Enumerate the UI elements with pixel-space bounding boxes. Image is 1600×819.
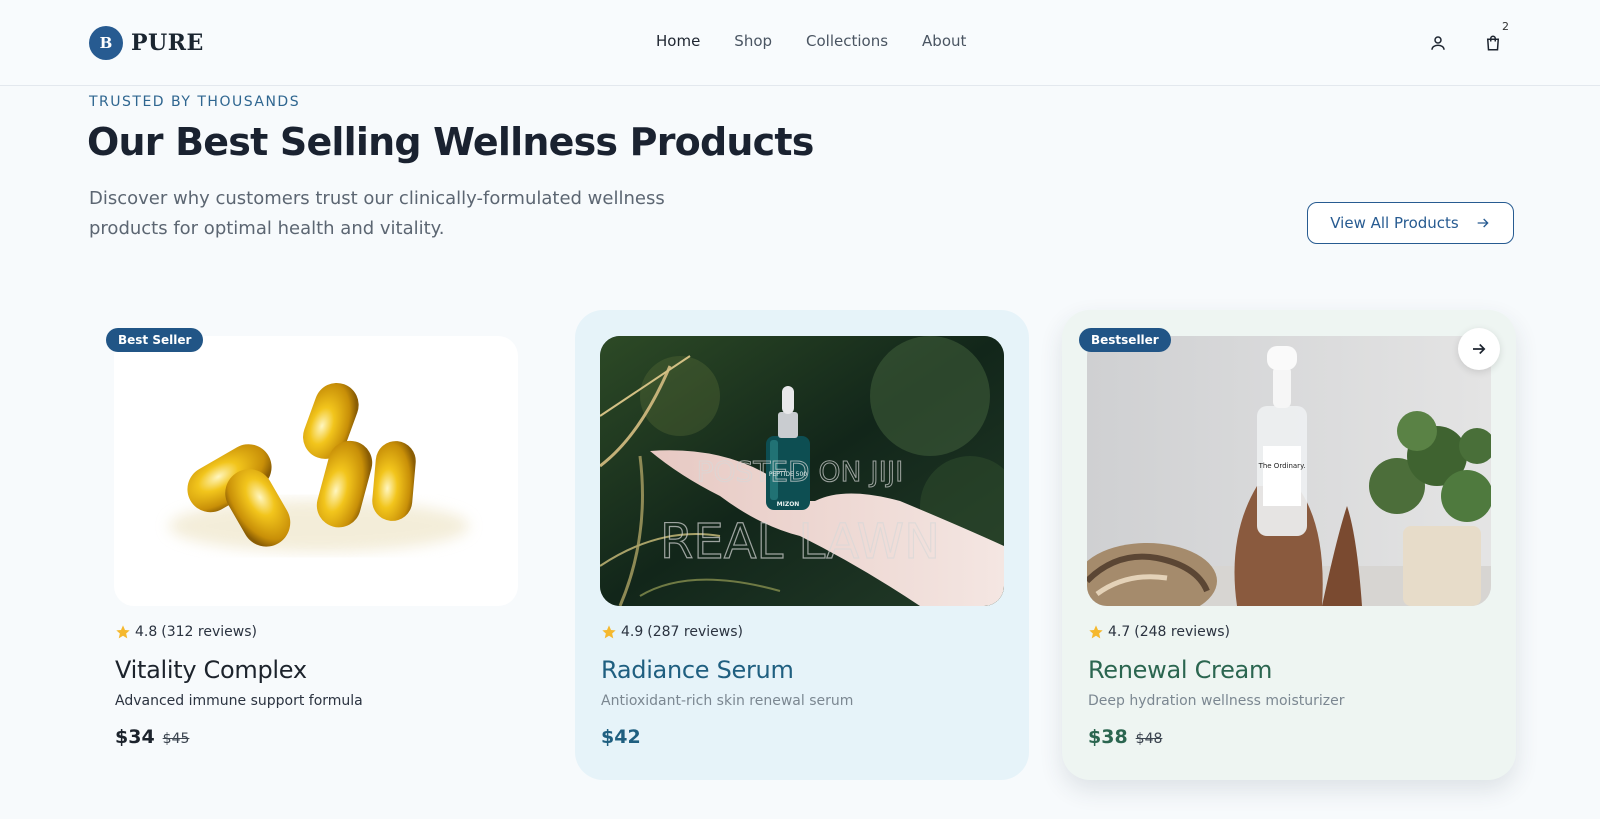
product-rating: 4.9 (287 reviews) bbox=[601, 624, 743, 640]
main-nav: Home Shop Collections About bbox=[656, 32, 966, 50]
cart-count-badge: 2 bbox=[1502, 20, 1509, 33]
bestseller-badge: Bestseller bbox=[1079, 328, 1171, 352]
current-price: $38 bbox=[1088, 726, 1128, 748]
view-all-products-button[interactable]: View All Products bbox=[1307, 202, 1514, 244]
product-description: Advanced immune support formula bbox=[115, 693, 363, 709]
rating-value: 4.9 bbox=[621, 624, 644, 640]
product-description: Antioxidant-rich skin renewal serum bbox=[601, 693, 854, 709]
logo-mark: B bbox=[89, 26, 123, 60]
rating-value: 4.7 bbox=[1108, 624, 1131, 640]
nav-collections[interactable]: Collections bbox=[806, 32, 888, 50]
rating-value: 4.8 bbox=[135, 624, 158, 640]
section-eyebrow: TRUSTED BY THOUSANDS bbox=[89, 94, 301, 110]
product-card-vitality-complex[interactable]: Best Seller 4.8 (312 reviews) Vitality C… bbox=[89, 310, 543, 780]
product-name[interactable]: Radiance Serum bbox=[601, 656, 794, 684]
brand-logo[interactable]: B PURE bbox=[89, 26, 204, 60]
review-count: (312 reviews) bbox=[161, 624, 257, 640]
nav-home[interactable]: Home bbox=[656, 32, 700, 50]
product-rating: 4.8 (312 reviews) bbox=[115, 624, 257, 640]
bottle-brand-text: The Ordinary. bbox=[1258, 462, 1306, 470]
product-rating: 4.7 (248 reviews) bbox=[1088, 624, 1230, 640]
cream-photo: The Ordinary. bbox=[1087, 336, 1491, 606]
product-price: $34 $45 bbox=[115, 726, 189, 748]
nav-about[interactable]: About bbox=[922, 32, 966, 50]
cart-button[interactable] bbox=[1480, 30, 1506, 56]
serum-photo: PEPTIDE 500 MIZON POSTED ON JIJI REAL LA… bbox=[600, 336, 1004, 606]
shopping-bag-icon bbox=[1486, 35, 1500, 51]
site-header: B PURE Home Shop Collections About 2 bbox=[0, 0, 1600, 86]
original-price: $45 bbox=[162, 731, 190, 747]
brand-name: PURE bbox=[131, 30, 204, 56]
product-image: The Ordinary. bbox=[1087, 336, 1491, 606]
card-next-button[interactable] bbox=[1458, 328, 1500, 370]
account-button[interactable] bbox=[1425, 30, 1451, 56]
product-image bbox=[114, 336, 518, 606]
product-card-radiance-serum[interactable]: PEPTIDE 500 MIZON POSTED ON JIJI REAL LA… bbox=[575, 310, 1029, 780]
view-all-label: View All Products bbox=[1330, 214, 1459, 232]
current-price: $42 bbox=[601, 726, 641, 748]
product-price: $42 bbox=[601, 726, 641, 748]
review-count: (287 reviews) bbox=[647, 624, 743, 640]
product-name[interactable]: Renewal Cream bbox=[1088, 656, 1272, 684]
review-count: (248 reviews) bbox=[1134, 624, 1230, 640]
watermark-posted: POSTED ON JIJI bbox=[697, 455, 904, 488]
section-title: Our Best Selling Wellness Products bbox=[87, 120, 814, 164]
star-icon bbox=[1089, 625, 1103, 639]
arrow-right-icon bbox=[1473, 343, 1486, 355]
product-image: PEPTIDE 500 MIZON POSTED ON JIJI REAL LA… bbox=[600, 336, 1004, 606]
product-name[interactable]: Vitality Complex bbox=[115, 656, 307, 684]
best-seller-badge: Best Seller bbox=[106, 328, 204, 352]
star-icon bbox=[116, 625, 130, 639]
product-card-renewal-cream[interactable]: Bestseller The Ordinary. 4.7 (248 review… bbox=[1062, 310, 1516, 780]
section-subtitle: Discover why customers trust our clinica… bbox=[89, 188, 665, 239]
original-price: $48 bbox=[1135, 731, 1163, 747]
user-icon bbox=[1431, 36, 1445, 50]
product-price: $38 $48 bbox=[1088, 726, 1162, 748]
capsules-image bbox=[169, 382, 469, 552]
arrow-right-icon bbox=[1477, 218, 1489, 228]
product-description: Deep hydration wellness moisturizer bbox=[1088, 693, 1345, 709]
current-price: $34 bbox=[115, 726, 155, 748]
star-icon bbox=[602, 625, 616, 639]
nav-shop[interactable]: Shop bbox=[734, 32, 772, 50]
watermark-brand: REAL LAWN bbox=[660, 514, 940, 570]
bottle-brand-text: MIZON bbox=[777, 501, 800, 508]
